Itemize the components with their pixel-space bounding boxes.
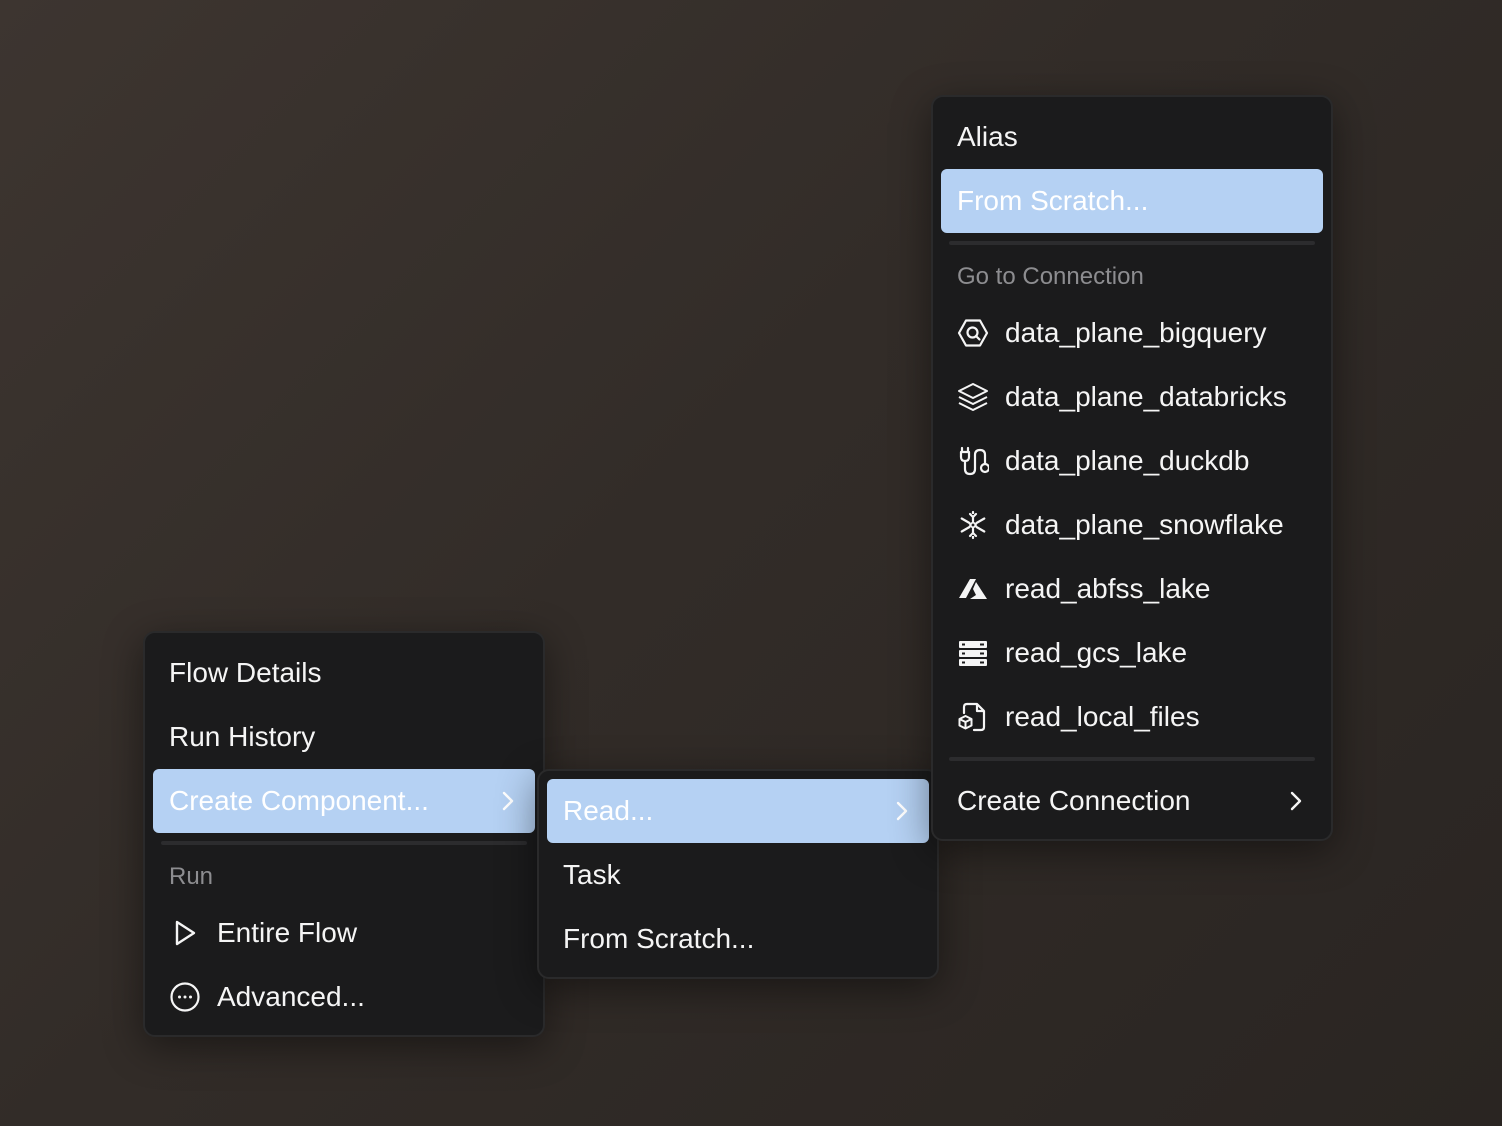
section-header-go-to-connection: Go to Connection <box>957 263 1144 290</box>
menu-item-label: Advanced... <box>217 981 365 1012</box>
menu-item-label: Entire Flow <box>217 917 358 948</box>
menu-item-label: data_plane_databricks <box>1005 381 1287 412</box>
connection-item-bigquery[interactable]: data_plane_bigquery <box>941 301 1323 365</box>
connection-item-gcs[interactable]: read_gcs_lake <box>941 621 1323 685</box>
menu-item-label: Alias <box>957 121 1018 152</box>
menu-item-label: data_plane_bigquery <box>1005 317 1267 348</box>
menu-item-label: Flow Details <box>169 657 322 688</box>
menu-item-label: Task <box>563 859 621 890</box>
menu-item-advanced[interactable]: Advanced... <box>153 965 535 1029</box>
menu-separator <box>949 757 1315 761</box>
menu-item-label: data_plane_snowflake <box>1005 509 1284 540</box>
menu-item-label: Create Connection <box>957 785 1191 816</box>
azure-icon <box>957 573 989 605</box>
menu-item-label: read_gcs_lake <box>1005 637 1188 668</box>
menu-item-alias[interactable]: Alias <box>941 105 1323 169</box>
flow-context-menu: Flow Details Run History Create Componen… <box>143 631 545 1037</box>
play-icon <box>169 917 201 949</box>
connection-item-abfss[interactable]: read_abfss_lake <box>941 557 1323 621</box>
menu-item-entire-flow[interactable]: Entire Flow <box>153 901 535 965</box>
databricks-icon <box>957 381 989 413</box>
chevron-right-icon <box>891 800 913 822</box>
menu-item-label: Run History <box>169 721 316 752</box>
section-header-run: Run <box>169 863 214 890</box>
menu-item-run-history[interactable]: Run History <box>153 705 535 769</box>
read-submenu: Alias From Scratch... Go to Connection d… <box>931 95 1333 841</box>
menu-item-label: data_plane_duckdb <box>1005 445 1250 476</box>
menu-item-create-component[interactable]: Create Component... <box>153 769 535 833</box>
snowflake-icon <box>957 509 989 541</box>
chevron-right-icon <box>1285 790 1307 812</box>
chevron-right-icon <box>497 790 519 812</box>
bigquery-icon <box>957 317 989 349</box>
menu-item-from-scratch[interactable]: From Scratch... <box>941 169 1323 233</box>
more-circle-icon <box>169 981 201 1013</box>
menu-item-from-scratch[interactable]: From Scratch... <box>547 907 929 971</box>
connection-item-duckdb[interactable]: data_plane_duckdb <box>941 429 1323 493</box>
menu-item-label: Create Component... <box>169 785 429 816</box>
gcs-icon <box>957 637 989 669</box>
menu-item-label: read_local_files <box>1005 701 1200 732</box>
menu-item-label: read_abfss_lake <box>1005 573 1211 604</box>
menu-item-flow-details[interactable]: Flow Details <box>153 641 535 705</box>
duckdb-icon <box>957 445 989 477</box>
create-component-submenu: Read... Task From Scratch... <box>537 769 939 979</box>
menu-item-create-connection[interactable]: Create Connection <box>941 769 1323 833</box>
menu-separator <box>949 241 1315 245</box>
connection-item-databricks[interactable]: data_plane_databricks <box>941 365 1323 429</box>
menu-item-task[interactable]: Task <box>547 843 929 907</box>
menu-separator <box>161 841 527 845</box>
menu-item-read[interactable]: Read... <box>547 779 929 843</box>
menu-item-label: From Scratch... <box>563 923 755 954</box>
menu-item-label: From Scratch... <box>957 185 1149 216</box>
local-files-icon <box>957 701 989 733</box>
connection-item-snowflake[interactable]: data_plane_snowflake <box>941 493 1323 557</box>
menu-item-label: Read... <box>563 795 654 826</box>
connection-item-local-files[interactable]: read_local_files <box>941 685 1323 749</box>
